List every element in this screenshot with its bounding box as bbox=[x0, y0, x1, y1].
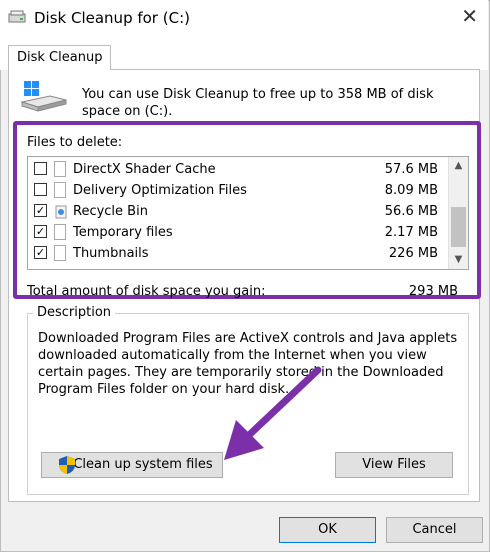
view-files-button[interactable]: View Files bbox=[335, 452, 453, 478]
checkbox[interactable] bbox=[34, 162, 47, 175]
item-name: Recycle Bin bbox=[73, 204, 148, 219]
scroll-down-icon[interactable]: ▼ bbox=[449, 251, 468, 269]
recycle-bin-icon bbox=[55, 205, 67, 219]
description-legend: Description bbox=[33, 305, 116, 320]
total-value: 293 MB bbox=[408, 284, 458, 299]
checkbox-checked[interactable]: ✓ bbox=[34, 246, 47, 259]
files-list[interactable]: DirectX Shader Cache 57.6 MB Delivery Op… bbox=[27, 156, 469, 270]
files-to-delete-label: Files to delete: bbox=[27, 135, 123, 150]
list-item[interactable]: ✓ Thumbnails 226 MB bbox=[28, 243, 448, 264]
document-icon bbox=[54, 161, 66, 177]
total-label: Total amount of disk space you gain: bbox=[27, 284, 266, 299]
checkbox-checked[interactable]: ✓ bbox=[34, 225, 47, 238]
item-name: Delivery Optimization Files bbox=[73, 183, 247, 198]
scroll-up-icon[interactable]: ▲ bbox=[449, 157, 468, 175]
document-icon bbox=[54, 245, 66, 261]
list-scrollbar[interactable]: ▲ ▼ bbox=[448, 157, 468, 269]
item-size: 2.17 MB bbox=[384, 225, 438, 240]
shield-icon bbox=[59, 456, 75, 474]
ok-button[interactable]: OK bbox=[279, 517, 376, 543]
list-item[interactable]: DirectX Shader Cache 57.6 MB bbox=[28, 159, 448, 180]
document-icon bbox=[54, 182, 66, 198]
scroll-thumb[interactable] bbox=[451, 207, 466, 247]
window-title: Disk Cleanup for (C:) bbox=[34, 9, 190, 27]
description-text: Downloaded Program Files are ActiveX con… bbox=[38, 331, 458, 397]
document-icon bbox=[54, 224, 66, 240]
item-size: 57.6 MB bbox=[384, 162, 438, 177]
disk-cleanup-app-icon bbox=[8, 10, 26, 23]
tab-disk-cleanup[interactable]: Disk Cleanup bbox=[8, 45, 112, 70]
checkbox[interactable] bbox=[34, 183, 47, 196]
list-item[interactable]: ✓ Recycle Bin 56.6 MB bbox=[28, 201, 448, 222]
item-size: 8.09 MB bbox=[384, 183, 438, 198]
title-bar: Disk Cleanup for (C:) ✕ bbox=[0, 0, 488, 34]
item-name: DirectX Shader Cache bbox=[73, 162, 216, 177]
close-icon[interactable]: ✕ bbox=[461, 4, 478, 28]
item-size: 226 MB bbox=[388, 246, 438, 261]
list-item[interactable]: ✓ Temporary files 2.17 MB bbox=[28, 222, 448, 243]
item-name: Thumbnails bbox=[73, 246, 149, 261]
list-item[interactable]: Delivery Optimization Files 8.09 MB bbox=[28, 180, 448, 201]
item-size: 56.6 MB bbox=[384, 204, 438, 219]
cancel-button[interactable]: Cancel bbox=[386, 517, 483, 543]
item-name: Temporary files bbox=[73, 225, 173, 240]
drive-icon bbox=[20, 81, 67, 112]
checkbox-checked[interactable]: ✓ bbox=[34, 204, 47, 217]
intro-text: You can use Disk Cleanup to free up to 3… bbox=[82, 87, 434, 119]
